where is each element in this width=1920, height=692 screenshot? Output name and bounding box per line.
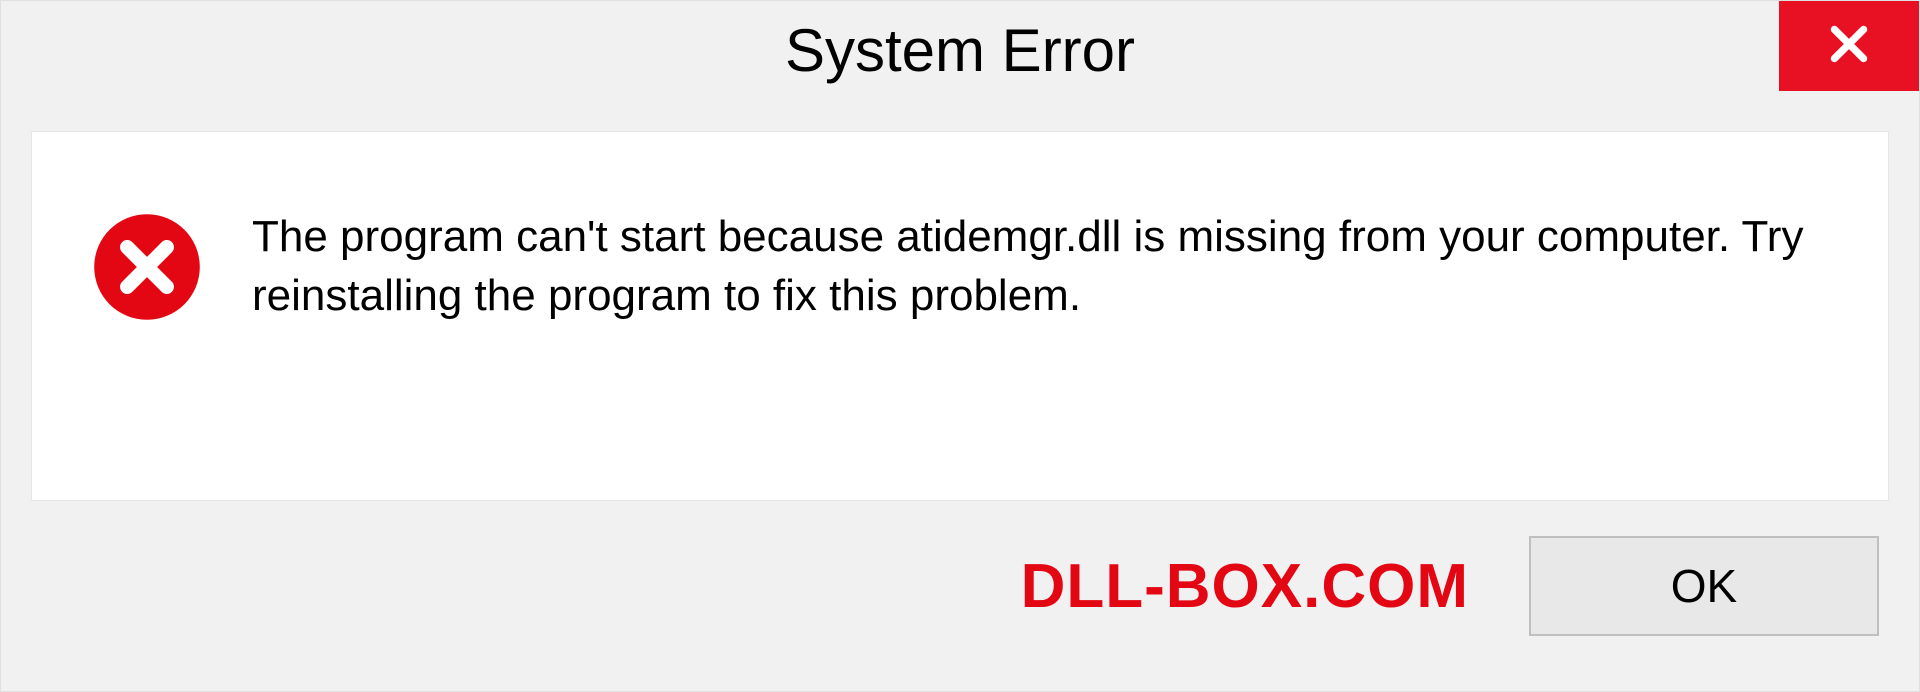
close-button[interactable] (1779, 1, 1919, 91)
error-dialog: System Error The program can't start bec… (0, 0, 1920, 692)
ok-button[interactable]: OK (1529, 536, 1879, 636)
error-message: The program can't start because atidemgr… (252, 202, 1828, 326)
close-icon (1824, 19, 1874, 74)
dialog-title: System Error (785, 16, 1135, 85)
titlebar: System Error (1, 1, 1919, 101)
watermark-text: DLL-BOX.COM (1021, 551, 1469, 622)
content-panel: The program can't start because atidemgr… (31, 131, 1889, 501)
dialog-footer: DLL-BOX.COM OK (1, 501, 1919, 691)
error-icon (92, 212, 202, 322)
